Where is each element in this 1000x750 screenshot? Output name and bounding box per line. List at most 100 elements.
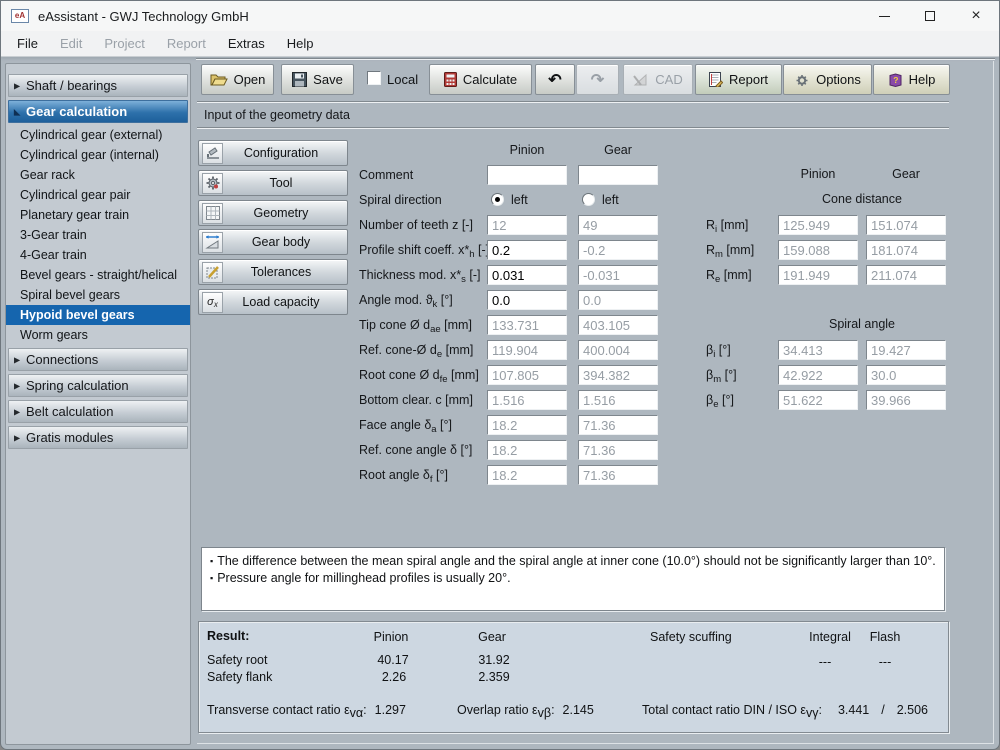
menu-extras[interactable]: Extras — [218, 36, 275, 51]
root-cone-pinion-field — [487, 365, 567, 385]
maximize-button[interactable] — [907, 1, 953, 31]
save-button[interactable]: Save — [281, 64, 354, 95]
spiral-direction-pinion-radio[interactable] — [491, 193, 504, 206]
report-label: Report — [729, 72, 768, 87]
calculate-label: Calculate — [463, 72, 517, 87]
menu-bar: File Edit Project Report Extras Help — [1, 31, 999, 57]
geometry-label: Geometry — [223, 206, 339, 220]
root-angle-gear-field — [578, 465, 658, 485]
load-capacity-button[interactable]: σx Load capacity — [198, 289, 348, 315]
bottom-clearance-gear-field — [578, 390, 658, 410]
sidebar-item-planetary-gear-train[interactable]: Planetary gear train — [6, 205, 190, 225]
comment-gear-input[interactable] — [578, 165, 658, 185]
spiral-direction-gear-radio-label: left — [602, 193, 619, 207]
app-window: eA eAssistant - GWJ Technology GmbH × Fi… — [0, 0, 1000, 750]
thickness-mod-pinion-input[interactable] — [487, 265, 567, 285]
gear-body-button[interactable]: Gear body — [198, 229, 348, 255]
close-button[interactable]: × — [953, 1, 999, 31]
sidebar-category-gratis-modules[interactable]: ▶ Gratis modules — [8, 426, 188, 449]
menu-report: Report — [157, 36, 216, 51]
options-label: Options — [816, 72, 861, 87]
window-title: eAssistant - GWJ Technology GmbH — [38, 9, 249, 24]
minimize-button[interactable] — [861, 1, 907, 31]
tolerances-icon — [202, 262, 223, 283]
safety-root-pinion-value: 40.17 — [377, 653, 408, 667]
sidebar-category-spring-calculation[interactable]: ▶ Spring calculation — [8, 374, 188, 397]
tip-cone-gear-field — [578, 315, 658, 335]
ref-cone-pinion-field — [487, 340, 567, 360]
scuffing-integral-value: --- — [819, 655, 832, 669]
ref-cone-angle-label: Ref. cone angle δ [°] — [359, 442, 472, 458]
tip-cone-label: Tip cone Ø dae [mm] — [359, 317, 472, 338]
note-line: ▪Pressure angle for millinghead profiles… — [210, 570, 936, 587]
tolerances-button[interactable]: Tolerances — [198, 259, 348, 285]
sidebar-category-label: Gear calculation — [26, 104, 127, 119]
report-button[interactable]: Report — [695, 64, 782, 95]
sidebar-item-bevel-gears[interactable]: Bevel gears - straight/helical — [6, 265, 190, 285]
number-of-teeth-label: Number of teeth z [-] — [359, 217, 473, 233]
angle-mod-pinion-input[interactable] — [487, 290, 567, 310]
open-button[interactable]: Open — [201, 64, 274, 95]
sidebar-item-3-gear-train[interactable]: 3-Gear train — [6, 225, 190, 245]
root-cone-label: Root cone Ø dfe [mm] — [359, 367, 479, 388]
spiral-angle-bi-label: βi [°] — [706, 342, 731, 363]
expanded-arrow-icon: ◣ — [14, 107, 20, 116]
bottom-clearance-pinion-field — [487, 390, 567, 410]
spiral-bm-pinion-field — [778, 365, 858, 385]
transverse-contact-ratio-value: 1.297 — [375, 703, 406, 717]
angle-mod-gear-field — [578, 290, 658, 310]
safety-flank-label: Safety flank — [207, 670, 272, 684]
teeth-pinion-field — [487, 215, 567, 235]
save-label: Save — [313, 72, 343, 87]
configuration-button[interactable]: Configuration — [198, 140, 348, 166]
report-document-icon — [709, 72, 723, 87]
sidebar-item-cylindrical-gear-internal[interactable]: Cylindrical gear (internal) — [6, 145, 190, 165]
cad-setsquare-icon — [633, 73, 649, 87]
undo-button[interactable]: ↶ — [535, 64, 575, 95]
profile-shift-pinion-input[interactable] — [487, 240, 567, 260]
tool-button[interactable]: Tool — [198, 170, 348, 196]
total-contact-ratio: Total contact ratio DIN / ISO εvγ:3.441/… — [642, 703, 928, 720]
sidebar-category-label: Shaft / bearings — [26, 78, 117, 93]
geometry-grid-icon — [202, 203, 223, 224]
comment-pinion-input[interactable] — [487, 165, 567, 185]
sidebar-item-cylindrical-gear-pair[interactable]: Cylindrical gear pair — [6, 185, 190, 205]
sidebar-category-connections[interactable]: ▶ Connections — [8, 348, 188, 371]
menu-help[interactable]: Help — [277, 36, 324, 51]
tip-cone-pinion-field — [487, 315, 567, 335]
sidebar-item-4-gear-train[interactable]: 4-Gear train — [6, 245, 190, 265]
sidebar-item-gear-rack[interactable]: Gear rack — [6, 165, 190, 185]
result-title: Result: — [207, 629, 249, 643]
sidebar-category-label: Connections — [26, 352, 98, 367]
sidebar-item-hypoid-bevel-gears[interactable]: Hypoid bevel gears — [6, 305, 190, 325]
face-angle-pinion-field — [487, 415, 567, 435]
local-checkbox[interactable] — [367, 71, 381, 85]
help-button[interactable]: ? Help — [873, 64, 950, 95]
sidebar-category-belt-calculation[interactable]: ▶ Belt calculation — [8, 400, 188, 423]
sidebar-item-spiral-bevel-gears[interactable]: Spiral bevel gears — [6, 285, 190, 305]
geometry-button[interactable]: Geometry — [198, 200, 348, 226]
help-label: Help — [909, 72, 936, 87]
sidebar-category-shaft-bearings[interactable]: ▶ Shaft / bearings — [8, 74, 188, 97]
face-angle-gear-field — [578, 415, 658, 435]
sidebar-item-cylindrical-gear-external[interactable]: Cylindrical gear (external) — [6, 125, 190, 145]
sidebar: ▶ Shaft / bearings ◣ Gear calculation Cy… — [5, 63, 191, 745]
face-angle-label: Face angle δa [°] — [359, 417, 452, 438]
calculate-button[interactable]: Calculate — [429, 64, 532, 95]
menu-file[interactable]: File — [7, 36, 48, 51]
teeth-gear-field — [578, 215, 658, 235]
cone-distance-re-label: Re [mm] — [706, 267, 752, 288]
notes-box: ▪The difference between the mean spiral … — [201, 547, 945, 611]
safety-flank-gear-value: 2.359 — [478, 670, 509, 684]
options-button[interactable]: Options — [783, 64, 872, 95]
spiral-angle-bm-label: βm [°] — [706, 367, 737, 388]
angle-mod-label: Angle mod. ϑk [°] — [359, 292, 453, 313]
spiral-direction-gear-radio[interactable] — [582, 193, 595, 206]
collapsed-arrow-icon: ▶ — [14, 381, 20, 390]
sidebar-item-worm-gears[interactable]: Worm gears — [6, 325, 190, 345]
tolerances-label: Tolerances — [223, 265, 339, 279]
cone-re-pinion-field — [778, 265, 858, 285]
right-pinion-column-header: Pinion — [778, 167, 858, 181]
sidebar-category-gear-calculation[interactable]: ◣ Gear calculation — [8, 100, 188, 123]
total-contact-ratio-din-value: 3.441 — [838, 703, 869, 717]
